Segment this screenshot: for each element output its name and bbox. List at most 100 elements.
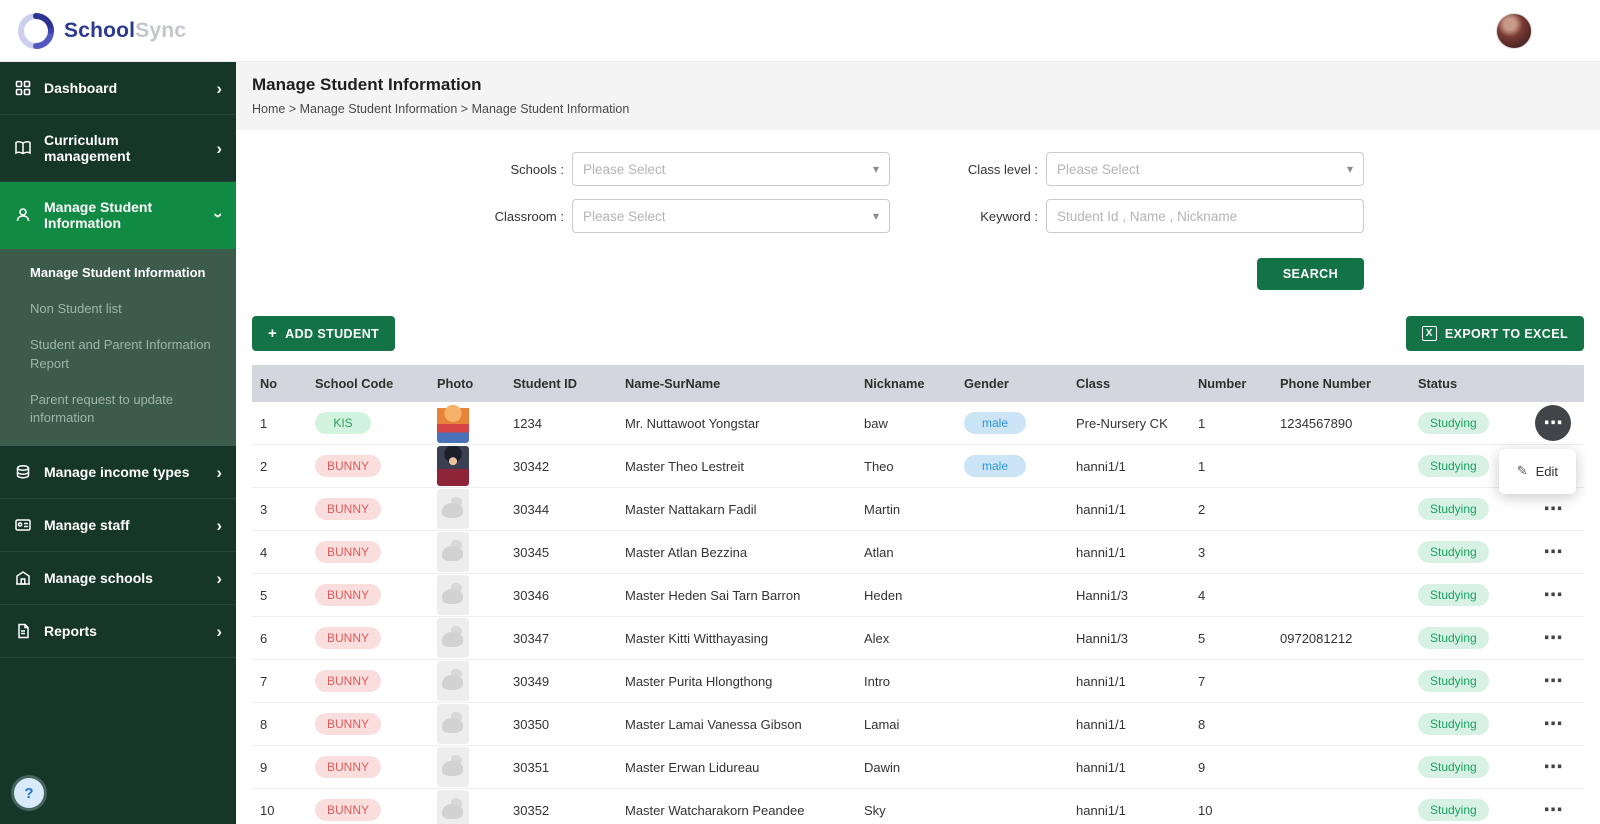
sidebar-item-reports[interactable]: Reports ›: [0, 605, 236, 659]
row-actions-button[interactable]: ⋯: [1540, 711, 1567, 738]
reports-icon: [14, 622, 32, 640]
row-actions-button[interactable]: ⋯: [1540, 668, 1567, 695]
submenu-item-student-parent-report[interactable]: Student and Parent Information Report: [0, 327, 236, 381]
cell-gender: [956, 746, 1068, 788]
caret-down-icon: ▾: [1346, 162, 1353, 176]
pencil-icon: ✎: [1516, 464, 1528, 479]
cell-status: Studying: [1410, 660, 1522, 702]
page-header: Manage Student Information Home > Manage…: [236, 62, 1600, 130]
cell-nickname: Theo: [864, 458, 894, 474]
student-photo[interactable]: [437, 403, 469, 443]
cell-number: 2: [1198, 501, 1206, 517]
cell-photo: [429, 574, 505, 616]
cell-photo: [429, 402, 505, 444]
table-row: 10 BUNNY 30352 Master Watcharakorn Peand…: [252, 789, 1584, 824]
sidebar-item-manage-income-types[interactable]: Manage income types ›: [0, 446, 236, 500]
row-actions-button[interactable]: ⋯: [1540, 496, 1567, 523]
status-badge: Studying: [1418, 756, 1489, 778]
breadcrumb[interactable]: Home > Manage Student Information > Mana…: [252, 102, 1584, 116]
row-actions-button[interactable]: ⋯: [1540, 797, 1567, 824]
student-photo[interactable]: [437, 532, 469, 572]
cell-nickname: Martin: [864, 501, 901, 517]
student-photo[interactable]: [437, 704, 469, 744]
logo-swirl-icon: [18, 12, 54, 49]
classroom-select[interactable]: Please Select ▾: [572, 199, 890, 233]
cell-name: Master Heden Sai Tarn Barron: [625, 587, 801, 603]
school-code-badge: BUNNY: [315, 799, 382, 821]
gender-badge: male: [964, 412, 1026, 434]
cell-class: hanni1/1: [1076, 673, 1126, 689]
cell-gender: [956, 488, 1068, 530]
column-header-phone-number: Phone Number: [1280, 376, 1372, 391]
class-level-label: Class level :: [967, 161, 1038, 177]
cell-class: hanni1/1: [1076, 544, 1126, 560]
row-actions-button[interactable]: ⋯: [1540, 754, 1567, 781]
cell-gender: [956, 617, 1068, 659]
edit-menu-item[interactable]: ✎ Edit: [1498, 449, 1576, 494]
sidebar-item-manage-student-information[interactable]: Manage Student Information ›: [0, 182, 236, 249]
schools-icon: [14, 569, 32, 587]
table-toolbar: + ADD STUDENT X EXPORT TO EXCEL: [236, 290, 1600, 365]
status-badge: Studying: [1418, 627, 1489, 649]
sidebar-item-label: Manage Student Information: [44, 199, 153, 231]
cell-phone: [1272, 488, 1410, 530]
schools-select[interactable]: Please Select ▾: [572, 152, 890, 186]
gender-badge: male: [964, 455, 1026, 477]
row-actions-button[interactable]: ⋯: [1535, 405, 1571, 441]
column-header-number: Number: [1198, 376, 1247, 391]
cell-gender: [956, 789, 1068, 824]
row-actions-button[interactable]: ⋯: [1540, 625, 1567, 652]
sidebar-item-curriculum[interactable]: Curriculum management ›: [0, 115, 236, 182]
student-photo[interactable]: [437, 489, 469, 529]
cell-school-code: BUNNY: [307, 746, 429, 788]
sidebar-item-manage-schools[interactable]: Manage schools ›: [0, 552, 236, 606]
school-code-badge: KIS: [315, 412, 371, 434]
cell-school-code: BUNNY: [307, 660, 429, 702]
student-photo[interactable]: [437, 618, 469, 658]
cell-student-id: 30349: [513, 673, 550, 689]
class-level-select[interactable]: Please Select ▾: [1046, 152, 1364, 186]
sidebar-item-dashboard[interactable]: Dashboard ›: [0, 62, 236, 115]
schools-select-value: Please Select: [583, 161, 666, 177]
sidebar-item-manage-staff[interactable]: Manage staff ›: [0, 499, 236, 553]
cell-class: Hanni1/3: [1076, 587, 1129, 603]
cell-student-id: 1234: [513, 415, 542, 431]
cell-nickname: baw: [864, 415, 888, 431]
search-button[interactable]: SEARCH: [1256, 258, 1364, 290]
cell-school-code: BUNNY: [307, 574, 429, 616]
submenu-item-non-student-list[interactable]: Non Student list: [0, 291, 236, 327]
submenu-item-parent-request-update[interactable]: Parent request to update information: [0, 382, 236, 436]
chevron-right-icon: ›: [216, 78, 222, 98]
student-photo[interactable]: [437, 661, 469, 701]
row-actions-button[interactable]: ⋯: [1540, 539, 1567, 566]
cell-status: Studying: [1410, 574, 1522, 616]
export-to-excel-button[interactable]: X EXPORT TO EXCEL: [1405, 316, 1584, 351]
cell-number: 9: [1198, 759, 1206, 775]
help-button[interactable]: ?: [14, 778, 44, 808]
submenu-item-manage-student-information[interactable]: Manage Student Information: [0, 255, 236, 291]
chevron-down-icon: ›: [209, 212, 229, 218]
student-photo[interactable]: [437, 575, 469, 615]
cell-actions: ⋯: [1522, 617, 1584, 659]
main-content: Manage Student Information Home > Manage…: [236, 62, 1600, 824]
school-code-badge: BUNNY: [315, 756, 382, 778]
add-student-button[interactable]: + ADD STUDENT: [252, 316, 396, 351]
status-badge: Studying: [1418, 455, 1489, 477]
cell-phone: 1234567890: [1280, 415, 1353, 431]
student-photo[interactable]: [437, 790, 469, 824]
chevron-right-icon: ›: [216, 462, 222, 482]
cell-status: Studying: [1410, 746, 1522, 788]
student-photo[interactable]: [437, 747, 469, 787]
cell-nickname: Heden: [864, 587, 903, 603]
student-photo[interactable]: [437, 446, 469, 486]
cell-photo: [429, 531, 505, 573]
user-avatar[interactable]: [1496, 12, 1532, 49]
table-row: 8 BUNNY 30350 Master Lamai Vanessa Gibso…: [252, 703, 1584, 746]
students-icon: [14, 206, 32, 224]
classroom-select-value: Please Select: [583, 208, 666, 224]
row-actions-button[interactable]: ⋯: [1540, 582, 1567, 609]
column-header-name-surname: Name-SurName: [625, 376, 721, 391]
keyword-input[interactable]: [1046, 199, 1364, 233]
chevron-right-icon: ›: [216, 568, 222, 588]
schoolsync-logo[interactable]: SchoolSync: [14, 9, 186, 53]
